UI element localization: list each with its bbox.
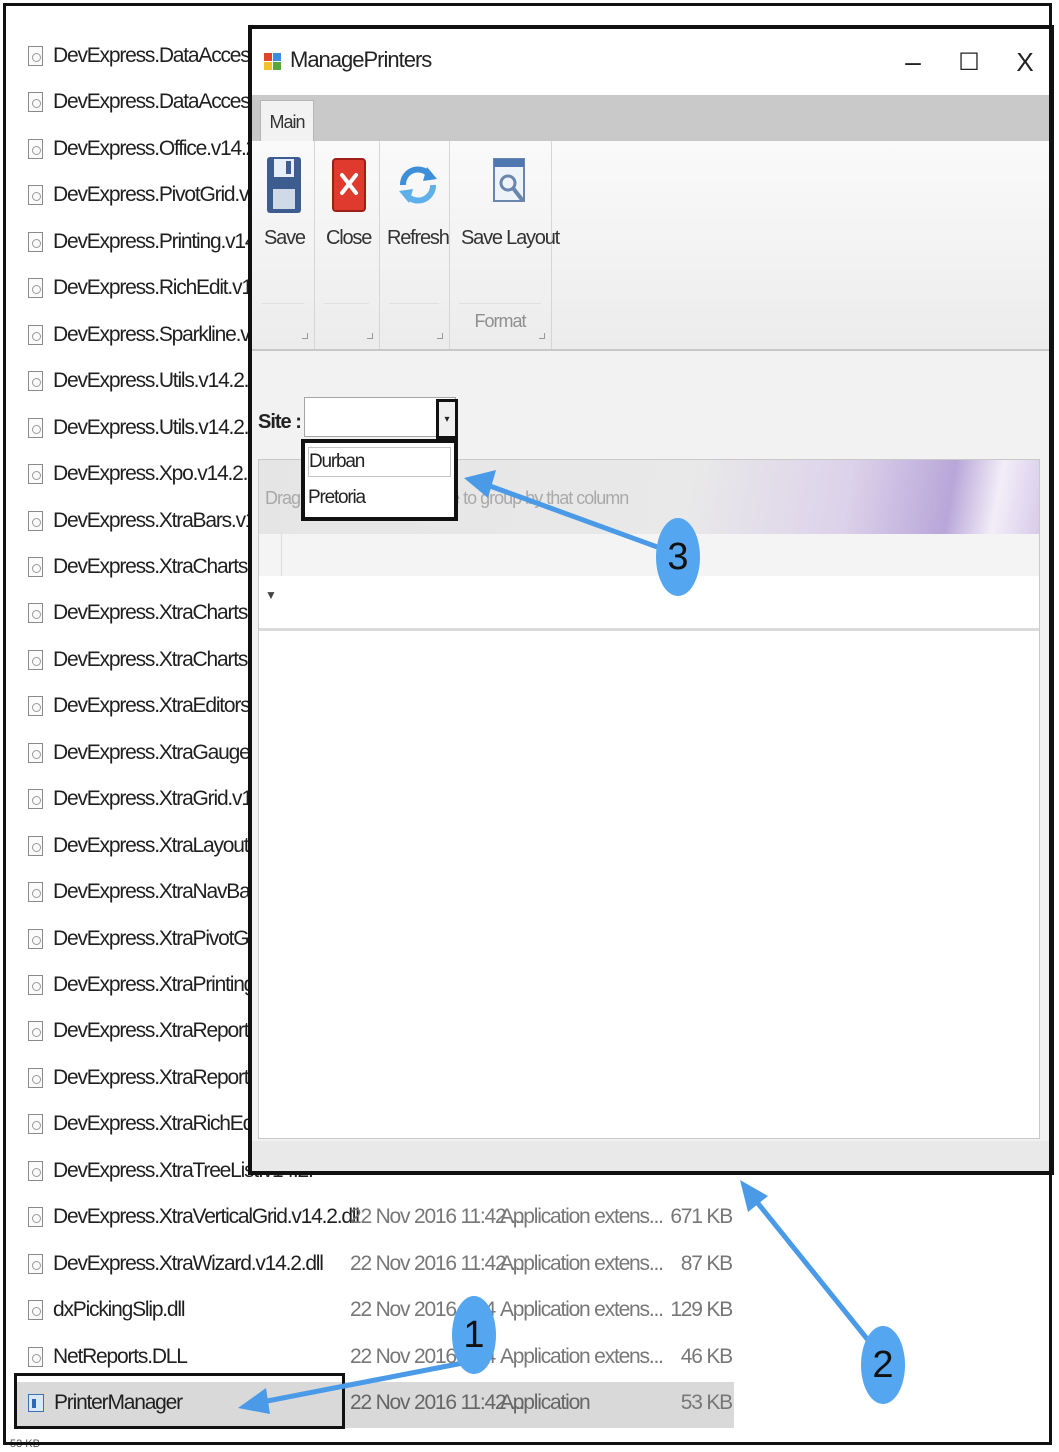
image-frame [3, 3, 1052, 1445]
screenshot-stage: DevExpress.DataAccess.v14.2.c DevExpress.… [0, 0, 1059, 1452]
